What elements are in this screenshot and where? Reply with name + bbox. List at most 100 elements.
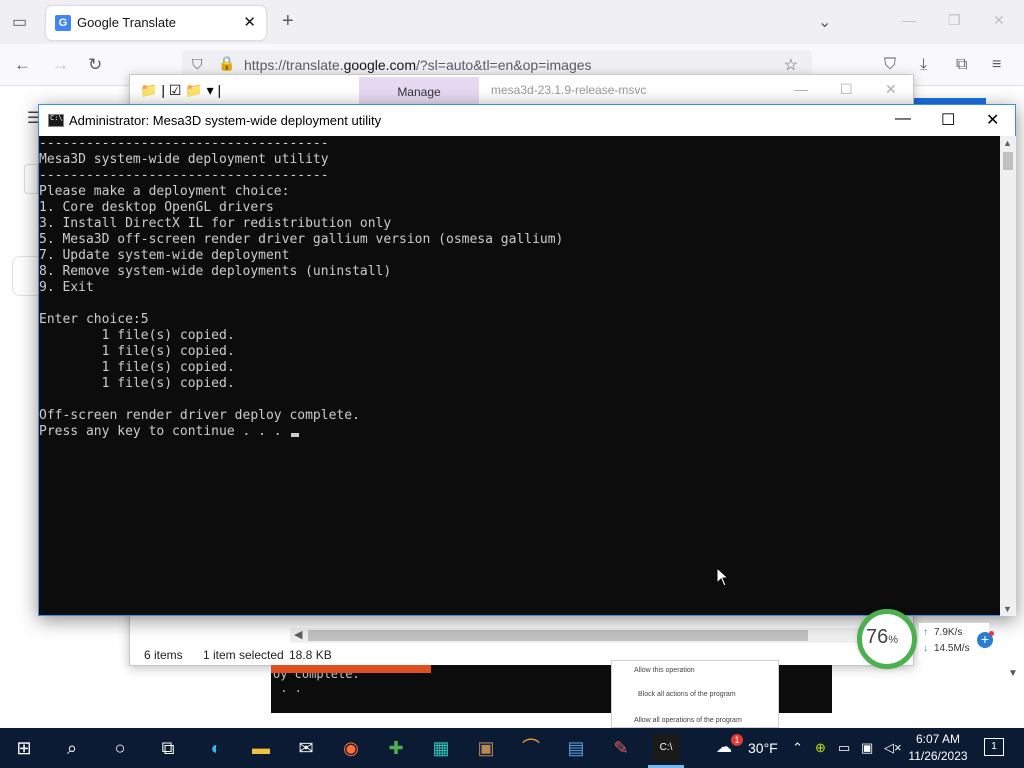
folder-app-icon[interactable]: ▤ [562,734,590,762]
memory-usage-percent: 76% [866,626,899,648]
dialog-option-allow-all[interactable]: Allow all operations of the program [634,717,742,724]
forward-icon[interactable]: → [52,55,69,75]
cortana-icon[interactable]: ○ [106,734,134,762]
dialog-option-allow[interactable]: Allow this operation [634,667,695,674]
console-vertical-scrollbar[interactable]: ▲ ▼ [1000,136,1016,616]
url-text[interactable]: https://translate.google.com/?sl=auto&tl… [244,57,592,73]
download-rate: ↓ 14.5M/s [923,643,970,654]
console-line: Enter choice:5 [39,312,149,327]
task-view-icon[interactable]: ⧉ [154,734,182,762]
console-line: Off-screen render driver deploy complete… [39,408,360,423]
background-orange-bar [271,665,431,673]
status-selected: 1 item selected [203,648,284,662]
console-line: 1 file(s) copied. [39,344,235,359]
explorer-title-bar[interactable]: 📁 | ☑ 📁 ▾ | Manage mesa3d-23.1.9-release… [130,75,913,105]
start-windows-icon[interactable]: ⊞ [10,734,38,762]
explorer-horizontal-scrollbar[interactable]: ◀ [290,628,860,643]
tab-list-icon[interactable]: ▭ [12,12,27,32]
tray-expand-icon[interactable]: ⌃ [792,740,803,756]
manage-tab[interactable]: Manage [359,77,479,105]
reload-icon[interactable]: ↻ [88,55,102,75]
console-output[interactable]: ------------------------------------- Mes… [39,136,1000,616]
paint-app-icon[interactable]: ✎ [607,734,635,762]
console-line: 1 file(s) copied. [39,328,235,343]
console-line: Press any key to continue . . . [39,424,1000,440]
dialog-option-block[interactable]: Block all actions of the program [638,691,736,698]
background-permission-dialog: Allow this operation Block all actions o… [611,660,779,728]
console-line: 1. Core desktop OpenGL drivers [39,200,274,215]
tray-camera-icon[interactable]: ▭ [838,740,850,756]
tab-google-translate[interactable]: G Google Translate ✕ [46,6,266,40]
quick-access-toolbar[interactable]: 📁 | ☑ 📁 ▾ | [140,82,221,99]
firefox-icon[interactable]: ◉ [337,734,365,762]
mail-icon[interactable]: ✉ [292,734,320,762]
downloads-icon[interactable]: ⤓ [920,56,927,74]
file-explorer-icon[interactable]: ▬ [247,734,275,762]
cmd-icon [48,114,64,127]
console-title-bar[interactable]: Administrator: Mesa3D system-wide deploy… [39,105,1015,136]
console-line: 1 file(s) copied. [39,376,235,391]
console-close-icon[interactable]: ✕ [986,110,999,130]
upload-rate: ↑ 7.9K/s [923,627,963,638]
console-line: 9. Exit [39,280,94,295]
console-line: Please make a deployment choice: [39,184,290,199]
console-line: 1 file(s) copied. [39,360,235,375]
console-cursor [291,433,300,437]
explorer-window-title: mesa3d-23.1.9-release-msvc [491,83,647,97]
console-taskbar-icon[interactable]: C:\ [648,734,684,768]
hamburger-menu-icon[interactable]: ≡ [992,56,1001,74]
network-speed-widget[interactable]: ↑ 7.9K/s ↓ 14.5M/s 76% + [857,609,1005,671]
shield-icon[interactable]: ⛉ [192,56,203,73]
explorer-close-icon[interactable]: ✕ [885,81,897,98]
console-line: ------------------------------------- [39,168,329,183]
archive-app-icon[interactable]: ▣ [472,734,500,762]
console-window[interactable]: Administrator: Mesa3D system-wide deploy… [38,104,1016,616]
tray-plus-icon[interactable]: ⊕ [815,740,826,756]
console-line: 5. Mesa3D off-screen render driver galli… [39,232,564,247]
console-line: ------------------------------------- [39,136,329,151]
console-line: 3. Install DirectX IL for redistribution… [39,216,392,231]
volume-muted-icon[interactable]: ◁× [884,740,902,756]
puzzle-app-icon[interactable]: ▦ [427,734,455,762]
notification-center-icon[interactable]: 1 [984,738,1004,756]
weather-icon[interactable]: ☁ [716,737,732,757]
lock-icon[interactable]: 🔒 [218,55,235,72]
console-line: Mesa3D system-wide deployment utility [39,152,329,167]
close-window-icon[interactable]: ✕ [993,12,1005,29]
console-minimize-icon[interactable]: — [895,110,911,128]
network-icon[interactable]: ▣ [861,740,873,756]
edge-icon[interactable]: ◐ [202,734,230,762]
explorer-minimize-icon[interactable]: — [794,81,808,97]
scrollbar-thumb[interactable] [308,630,808,641]
console-line: 7. Update system-wide deployment [39,248,290,263]
tab-close-icon[interactable]: ✕ [243,13,256,31]
restore-icon[interactable]: ❐ [948,12,961,29]
page-scroll-down-icon[interactable]: ▼ [1008,668,1018,679]
weather-temperature[interactable]: 30°F [748,740,778,756]
new-tab-icon[interactable]: + [282,10,294,33]
green-plus-app-icon[interactable]: ✚ [382,734,410,762]
rainmeter-app-icon[interactable]: ⌒ [517,734,545,762]
console-scrollbar-thumb[interactable] [1003,152,1013,170]
scroll-up-icon[interactable]: ▲ [1003,138,1012,148]
clock-time: 6:07 AM [915,732,961,746]
notification-dot [989,631,994,636]
clock-date: 11/26/2023 [908,749,968,763]
scroll-left-icon[interactable]: ◀ [294,628,302,641]
bookmark-star-icon[interactable]: ☆ [784,55,798,75]
console-maximize-icon[interactable]: ☐ [941,110,955,130]
back-icon[interactable]: ← [14,55,31,75]
search-icon[interactable]: ⌕ [58,734,86,762]
taskbar: ⊞ ⌕ ○ ⧉ ◐ ▬ ✉ ◉ ✚ ▦ ▣ ⌒ ▤ ✎ C:\ ☁ 1 30°F… [0,728,1024,768]
google-translate-favicon-icon: G [55,15,71,31]
pocket-icon[interactable]: ⛉ [884,56,896,74]
tab-title: Google Translate [77,15,177,30]
clock[interactable]: 6:07 AM 11/26/2023 [900,731,976,765]
minimize-icon[interactable]: — [902,12,916,28]
page-panel-edge [24,164,38,194]
list-all-tabs-icon[interactable]: ⌄ [818,12,831,32]
explorer-maximize-icon[interactable]: ☐ [840,81,853,98]
extensions-icon[interactable]: ⧉ [956,56,967,74]
